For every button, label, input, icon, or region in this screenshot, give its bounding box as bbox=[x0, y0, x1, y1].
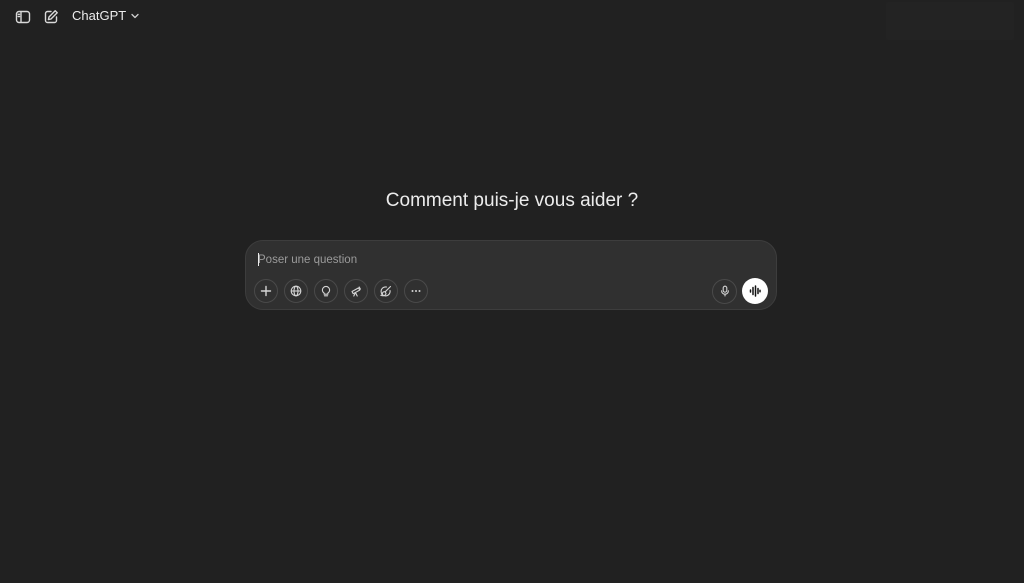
new-chat-button[interactable] bbox=[40, 6, 62, 28]
reason-button[interactable] bbox=[314, 279, 338, 303]
prompt-input[interactable] bbox=[258, 251, 758, 269]
composer bbox=[245, 240, 777, 310]
lightbulb-icon bbox=[321, 285, 331, 297]
top-right-panel bbox=[886, 2, 1014, 40]
sidebar-toggle-icon bbox=[15, 10, 31, 24]
top-bar: ChatGPT bbox=[0, 0, 1024, 40]
voice-mode-icon bbox=[749, 285, 761, 297]
microphone-icon bbox=[720, 285, 729, 297]
composer-right-tools bbox=[712, 278, 768, 304]
composer-tools bbox=[254, 279, 428, 303]
chevron-down-icon bbox=[131, 13, 139, 19]
new-chat-icon bbox=[44, 10, 58, 24]
text-cursor bbox=[258, 253, 259, 266]
attach-button[interactable] bbox=[254, 279, 278, 303]
model-name: ChatGPT bbox=[72, 8, 127, 23]
telescope-icon bbox=[351, 286, 361, 297]
sidebar-toggle-button[interactable] bbox=[12, 6, 34, 28]
globe-icon bbox=[290, 285, 302, 297]
web-search-button[interactable] bbox=[284, 279, 308, 303]
chat-page: ChatGPT Comment puis-je vous aider ? bbox=[0, 0, 1024, 583]
more-tools-button[interactable] bbox=[404, 279, 428, 303]
create-image-button[interactable] bbox=[374, 279, 398, 303]
model-selector[interactable]: ChatGPT bbox=[72, 8, 140, 23]
dictate-button[interactable] bbox=[712, 278, 737, 304]
paintbrush-icon bbox=[380, 285, 392, 297]
voice-mode-button[interactable] bbox=[742, 278, 768, 304]
more-icon bbox=[411, 290, 421, 292]
deep-research-button[interactable] bbox=[344, 279, 368, 303]
plus-icon bbox=[260, 285, 272, 297]
page-title: Comment puis-je vous aider ? bbox=[385, 190, 639, 211]
